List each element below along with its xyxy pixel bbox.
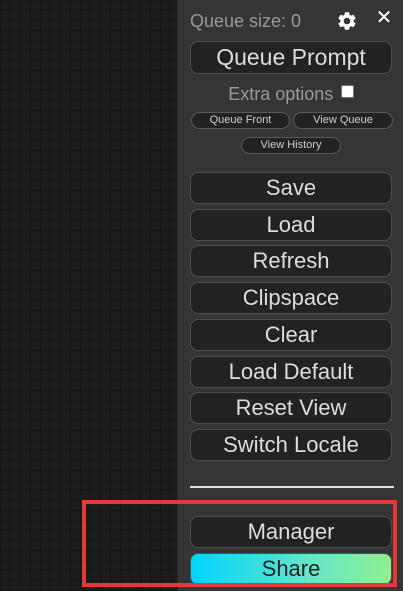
load-default-button[interactable]: Load Default — [190, 356, 392, 388]
queue-prompt-button[interactable]: Queue Prompt — [190, 41, 392, 74]
extra-options-checkbox[interactable] — [340, 84, 354, 98]
menu-panel: Queue size: 0 ✕ Queue Prompt Extra optio… — [178, 0, 403, 591]
share-button[interactable]: Share — [190, 553, 392, 585]
extra-options-label: Extra options — [228, 84, 334, 104]
manager-button[interactable]: Manager — [190, 516, 392, 548]
queue-front-button[interactable]: Queue Front — [191, 112, 290, 129]
clipspace-button[interactable]: Clipspace — [190, 282, 392, 314]
refresh-button[interactable]: Refresh — [190, 245, 392, 277]
clear-button[interactable]: Clear — [190, 319, 392, 351]
queue-size-label: Queue size: 0 — [190, 11, 302, 31]
view-history-button[interactable]: View History — [241, 137, 341, 154]
load-button[interactable]: Load — [190, 209, 392, 241]
save-button[interactable]: Save — [190, 172, 392, 204]
gear-icon[interactable] — [336, 10, 358, 32]
queue-header: Queue size: 0 ✕ — [190, 8, 395, 32]
menu-divider — [190, 486, 394, 488]
close-icon[interactable]: ✕ — [374, 8, 394, 28]
view-queue-button[interactable]: View Queue — [293, 112, 393, 129]
switch-locale-button[interactable]: Switch Locale — [190, 429, 392, 461]
extra-options-row: Extra options — [190, 84, 392, 106]
reset-view-button[interactable]: Reset View — [190, 392, 392, 424]
